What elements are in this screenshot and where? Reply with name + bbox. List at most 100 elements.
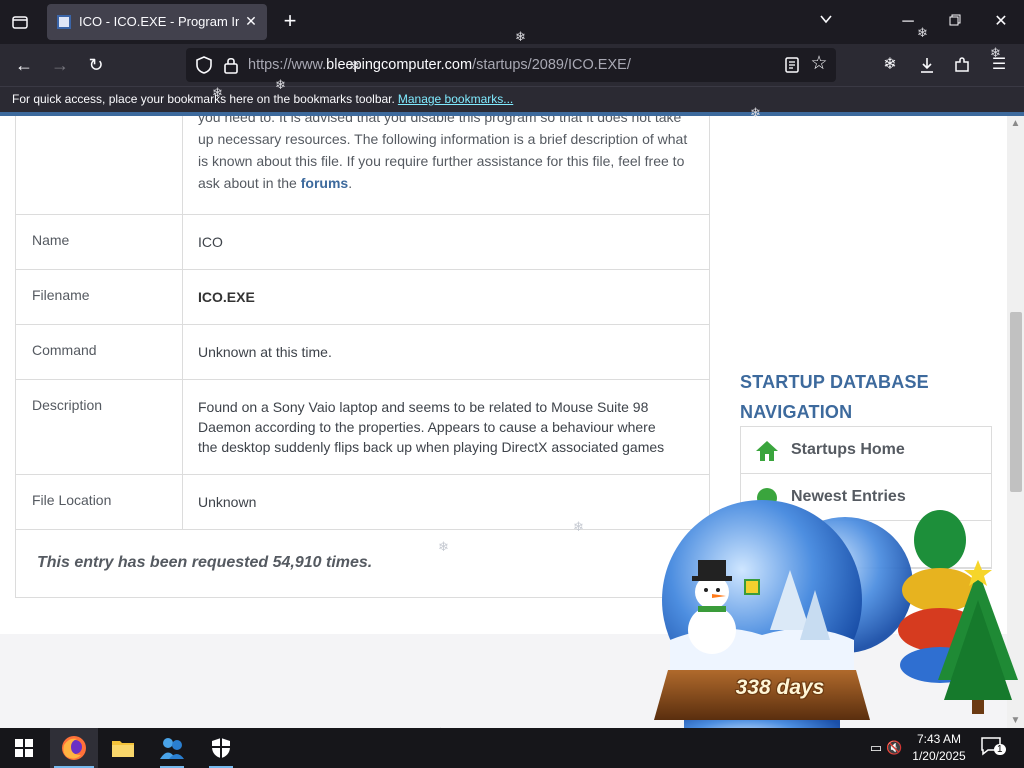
back-icon: ←: [15, 55, 33, 75]
reload-button[interactable]: ↻: [82, 51, 110, 79]
snowflake-icon: ❄: [573, 519, 584, 534]
extensions-button[interactable]: [948, 51, 976, 79]
file-explorer-icon: [112, 741, 134, 757]
shield-icon[interactable]: [194, 55, 214, 75]
url-path: /startups/2089/ICO.EXE/: [472, 57, 631, 73]
sidebar-heading: STARTUP DATABASE NAVIGATION: [740, 367, 1000, 427]
table-label: [16, 116, 183, 214]
taskbar-clock[interactable]: 7:43 AM 1/20/2025: [904, 731, 974, 765]
windows-start-icon: [15, 739, 33, 757]
plus-icon: +: [283, 8, 297, 33]
scroll-up-icon[interactable]: ▲: [1010, 118, 1021, 129]
table-row: Description Found on a Sony Vaio laptop …: [16, 380, 709, 475]
restore-icon: [949, 14, 961, 26]
table-value: ICO.EXE: [198, 289, 255, 305]
table-label: Filename: [16, 270, 183, 324]
tab-list-icon: [12, 16, 28, 29]
bookmarks-message: For quick access, place your bookmarks h…: [12, 92, 513, 106]
close-icon: ✕: [245, 13, 257, 29]
close-icon: ✕: [994, 13, 1008, 30]
clock-date: 1/20/2025: [912, 749, 966, 763]
scroll-thumb[interactable]: [1010, 312, 1022, 492]
url-prefix: https://www.: [248, 57, 327, 73]
clock-time: 7:43 AM: [916, 732, 962, 746]
restore-button[interactable]: [941, 8, 969, 36]
table-row: Name ICO: [16, 215, 709, 270]
snowflake-icon: ❄: [349, 58, 360, 73]
forums-link[interactable]: forums: [301, 175, 348, 191]
table-value: Found on a Sony Vaio laptop and seems to…: [198, 399, 665, 455]
url-text[interactable]: https://www.bleepingcomputer.com/startup…: [248, 57, 631, 73]
intro-paragraph: you need to. It is advised that you disa…: [183, 116, 709, 214]
site-favicon-icon: [57, 15, 71, 29]
new-tab-button[interactable]: +: [278, 10, 302, 34]
star-icon: ☆: [810, 53, 828, 74]
intro-text: take up necessary resources. The followi…: [198, 116, 688, 191]
snowflake-icon: ❄: [750, 105, 761, 120]
snow-globe-illustration: [654, 500, 1018, 768]
downloads-button[interactable]: [913, 51, 941, 79]
windows-taskbar: ▭ 🔇 7:43 AM 1/20/2025 1: [0, 728, 1024, 768]
bookmarks-toolbar: For quick access, place your bookmarks h…: [0, 86, 1024, 112]
table-label: Command: [16, 325, 183, 379]
reader-mode-icon[interactable]: [782, 55, 802, 75]
download-icon: [921, 58, 933, 73]
days-counter: 338 days: [735, 676, 825, 699]
browser-tab-bar: ICO - ICO.EXE - Program Information ✕ + …: [0, 0, 1024, 44]
lock-icon[interactable]: [222, 55, 240, 75]
table-row-intro: you need to. It is advised that you disa…: [16, 116, 709, 215]
table-row: File Location Unknown: [16, 475, 709, 530]
sidebar-item-startups-home[interactable]: Startups Home: [741, 427, 991, 474]
tab-list-button[interactable]: [8, 10, 32, 34]
home-icon: [756, 441, 778, 461]
active-tab[interactable]: ICO - ICO.EXE - Program Information ✕: [47, 4, 267, 40]
snowflake-icon: ❄: [917, 25, 928, 40]
start-button[interactable]: [0, 728, 48, 768]
intro-line-partial: you need to. It is advised that you disa…: [198, 116, 651, 125]
network-icon[interactable]: ▭: [868, 740, 884, 756]
forward-button[interactable]: →: [46, 51, 74, 79]
snowflake-icon: ❄: [990, 45, 1001, 60]
people-app-icon: [160, 738, 184, 759]
snowflake-decoration: ❄: [876, 51, 904, 79]
intro-end: .: [348, 175, 353, 191]
sidebar-item-label: Startups Home: [791, 441, 905, 458]
bookmarks-message-text: For quick access, place your bookmarks h…: [12, 92, 395, 106]
taskbar-security-app[interactable]: [197, 728, 245, 768]
list-all-tabs-button[interactable]: [812, 8, 840, 36]
tab-title: ICO - ICO.EXE - Program Information: [79, 14, 239, 29]
extensions-icon: [955, 57, 969, 72]
security-shield-icon: [212, 738, 230, 758]
minimize-icon: ─: [902, 13, 914, 30]
table-value: Unknown: [198, 494, 257, 510]
notification-count: 1: [994, 744, 1006, 755]
bookmark-star-button[interactable]: ☆: [808, 53, 830, 75]
table-value: ICO: [198, 234, 223, 250]
chevron-down-icon: [820, 15, 832, 24]
snow-globe-widget[interactable]: 338 days: [640, 480, 1024, 768]
window-close-button[interactable]: ✕: [987, 8, 1015, 36]
notification-center-button[interactable]: 1: [980, 736, 1006, 760]
table-row: Command Unknown at this time.: [16, 325, 709, 380]
taskbar-file-explorer[interactable]: [99, 728, 147, 768]
reload-icon: ↻: [88, 55, 104, 75]
tab-close-button[interactable]: ✕: [241, 11, 261, 31]
volume-muted-icon[interactable]: 🔇: [886, 740, 902, 756]
manage-bookmarks-link[interactable]: Manage bookmarks...: [398, 92, 513, 106]
table-label: Name: [16, 215, 183, 269]
back-button[interactable]: ←: [10, 51, 38, 79]
taskbar-people-app[interactable]: [148, 728, 196, 768]
program-info-table: you need to. It is advised that you disa…: [15, 116, 710, 598]
table-value: you need to. It is advised that you disa…: [183, 116, 709, 214]
forward-icon: →: [51, 55, 69, 75]
table-label: Description: [16, 380, 183, 474]
firefox-icon: [62, 736, 86, 760]
snowflake-icon: ❄: [883, 56, 897, 73]
request-count: This entry has been requested 54,910 tim…: [37, 554, 373, 571]
taskbar-firefox[interactable]: [50, 728, 98, 768]
sidebar-heading-line: STARTUP DATABASE: [740, 372, 929, 392]
table-row: Filename ICO.EXE: [16, 270, 709, 325]
snowflake-icon: ❄: [275, 77, 286, 92]
sidebar-heading-line: NAVIGATION: [740, 402, 853, 422]
navigation-toolbar: ← → ↻ https://www.bleepingcomputer.com/s…: [0, 44, 1024, 86]
